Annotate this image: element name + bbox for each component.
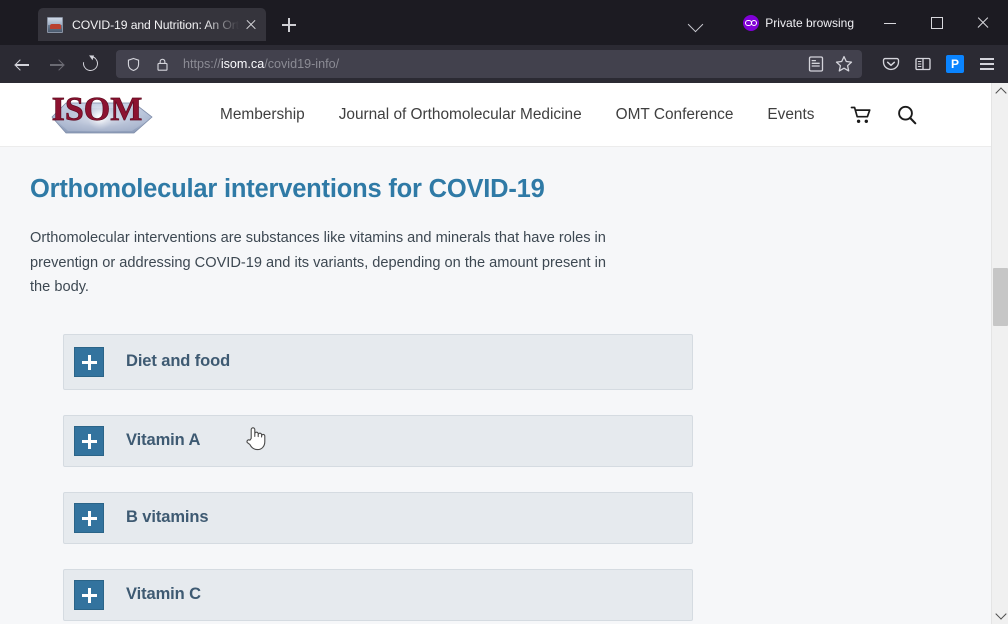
nav-item-journal[interactable]: Journal of Orthomolecular Medicine	[339, 106, 582, 124]
accordion-list: Diet and food Vitamin A B vitamins Vitam…	[63, 333, 693, 624]
bookmark-star-icon[interactable]	[831, 51, 857, 77]
page-title: Orthomolecular interventions for COVID-1…	[30, 175, 545, 203]
new-tab-button[interactable]	[277, 13, 301, 37]
hamburger-lines	[980, 58, 994, 70]
address-bar-icons	[803, 51, 857, 77]
expand-plus-icon[interactable]	[74, 502, 104, 533]
reload-icon	[80, 53, 101, 74]
web-page: ISOM Membership Journal of Orthomolecula…	[0, 83, 991, 624]
isom-favicon-icon	[47, 16, 63, 33]
main-navigation: Membership Journal of Orthomolecular Med…	[220, 102, 940, 128]
cart-icon[interactable]	[848, 102, 874, 128]
firefox-browser-window: COVID-19 and Nutrition: An Ort Private b…	[0, 0, 1008, 624]
close-window-button[interactable]	[960, 3, 1006, 43]
isom-logo[interactable]: ISOM	[30, 87, 164, 143]
tab-strip-right-controls: Private browsing	[679, 0, 1008, 45]
address-bar[interactable]: https://isom.ca/covid19-info/	[116, 50, 862, 78]
page-scrollbar[interactable]	[991, 83, 1008, 624]
accordion-label: Diet and food	[126, 352, 231, 370]
navigation-toolbar: https://isom.ca/covid19-info/ P	[0, 45, 1008, 83]
private-browsing-indicator: Private browsing	[735, 12, 862, 34]
close-tab-icon[interactable]	[243, 17, 259, 33]
scroll-down-arrow-icon[interactable]	[992, 607, 1008, 624]
expand-plus-icon[interactable]	[74, 579, 104, 610]
forward-arrow-icon	[50, 58, 63, 71]
reader-mode-icon[interactable]	[803, 51, 829, 77]
accordion-item-diet-and-food[interactable]: Diet and food	[63, 333, 693, 390]
page-viewport: ISOM Membership Journal of Orthomolecula…	[0, 83, 1008, 624]
accordion-item-vitamin-c[interactable]: Vitamin C	[63, 568, 693, 621]
accordion-item-b-vitamins[interactable]: B vitamins	[63, 491, 693, 544]
back-button[interactable]	[6, 49, 40, 79]
shield-icon[interactable]	[126, 57, 141, 72]
list-all-tabs-chevron-down-icon[interactable]	[679, 6, 713, 40]
tab-strip: COVID-19 and Nutrition: An Ort Private b…	[0, 0, 1008, 45]
forward-button[interactable]	[40, 49, 74, 79]
pocket-icon[interactable]	[876, 49, 906, 79]
toolbar-right-icons: P	[868, 49, 1002, 79]
url-text[interactable]: https://isom.ca/covid19-info/	[183, 57, 803, 71]
extension-icon[interactable]: P	[940, 49, 970, 79]
nav-item-membership[interactable]: Membership	[220, 106, 305, 124]
expand-plus-icon[interactable]	[74, 346, 104, 377]
scrollbar-thumb[interactable]	[993, 268, 1008, 326]
back-arrow-icon	[16, 58, 29, 71]
url-path: /covid19-info/	[264, 57, 340, 71]
url-scheme: https://	[183, 57, 221, 71]
mouse-cursor	[244, 424, 266, 452]
expand-plus-icon[interactable]	[74, 425, 104, 456]
accordion-label: Vitamin C	[126, 585, 201, 603]
nav-item-omt-conference[interactable]: OMT Conference	[616, 106, 734, 124]
svg-text:ISOM: ISOM	[52, 91, 143, 128]
minimize-window-button[interactable]	[868, 3, 914, 43]
reload-button[interactable]	[74, 49, 108, 79]
lock-icon[interactable]	[155, 57, 170, 72]
accordion-label: B vitamins	[126, 508, 209, 526]
sidebar-icon[interactable]	[908, 49, 938, 79]
accordion-label: Vitamin A	[126, 431, 201, 449]
accordion-item-vitamin-a[interactable]: Vitamin A	[63, 414, 693, 467]
hamburger-menu-icon[interactable]	[972, 49, 1002, 79]
private-mask-icon	[743, 14, 760, 31]
maximize-window-button[interactable]	[914, 3, 960, 43]
site-header: ISOM Membership Journal of Orthomolecula…	[0, 83, 991, 147]
browser-tab[interactable]: COVID-19 and Nutrition: An Ort	[38, 8, 266, 41]
intro-paragraph: Orthomolecular interventions are substan…	[30, 230, 606, 295]
url-host: isom.ca	[220, 57, 265, 71]
private-browsing-label: Private browsing	[765, 15, 854, 30]
page-content: Orthomolecular interventions for COVID-1…	[0, 147, 991, 624]
scroll-up-arrow-icon[interactable]	[992, 83, 1008, 100]
window-controls	[868, 3, 1006, 43]
search-icon[interactable]	[894, 102, 920, 128]
nav-item-events[interactable]: Events	[767, 106, 814, 124]
extension-badge-label: P	[946, 55, 964, 73]
tab-title: COVID-19 and Nutrition: An Ort	[72, 17, 240, 32]
